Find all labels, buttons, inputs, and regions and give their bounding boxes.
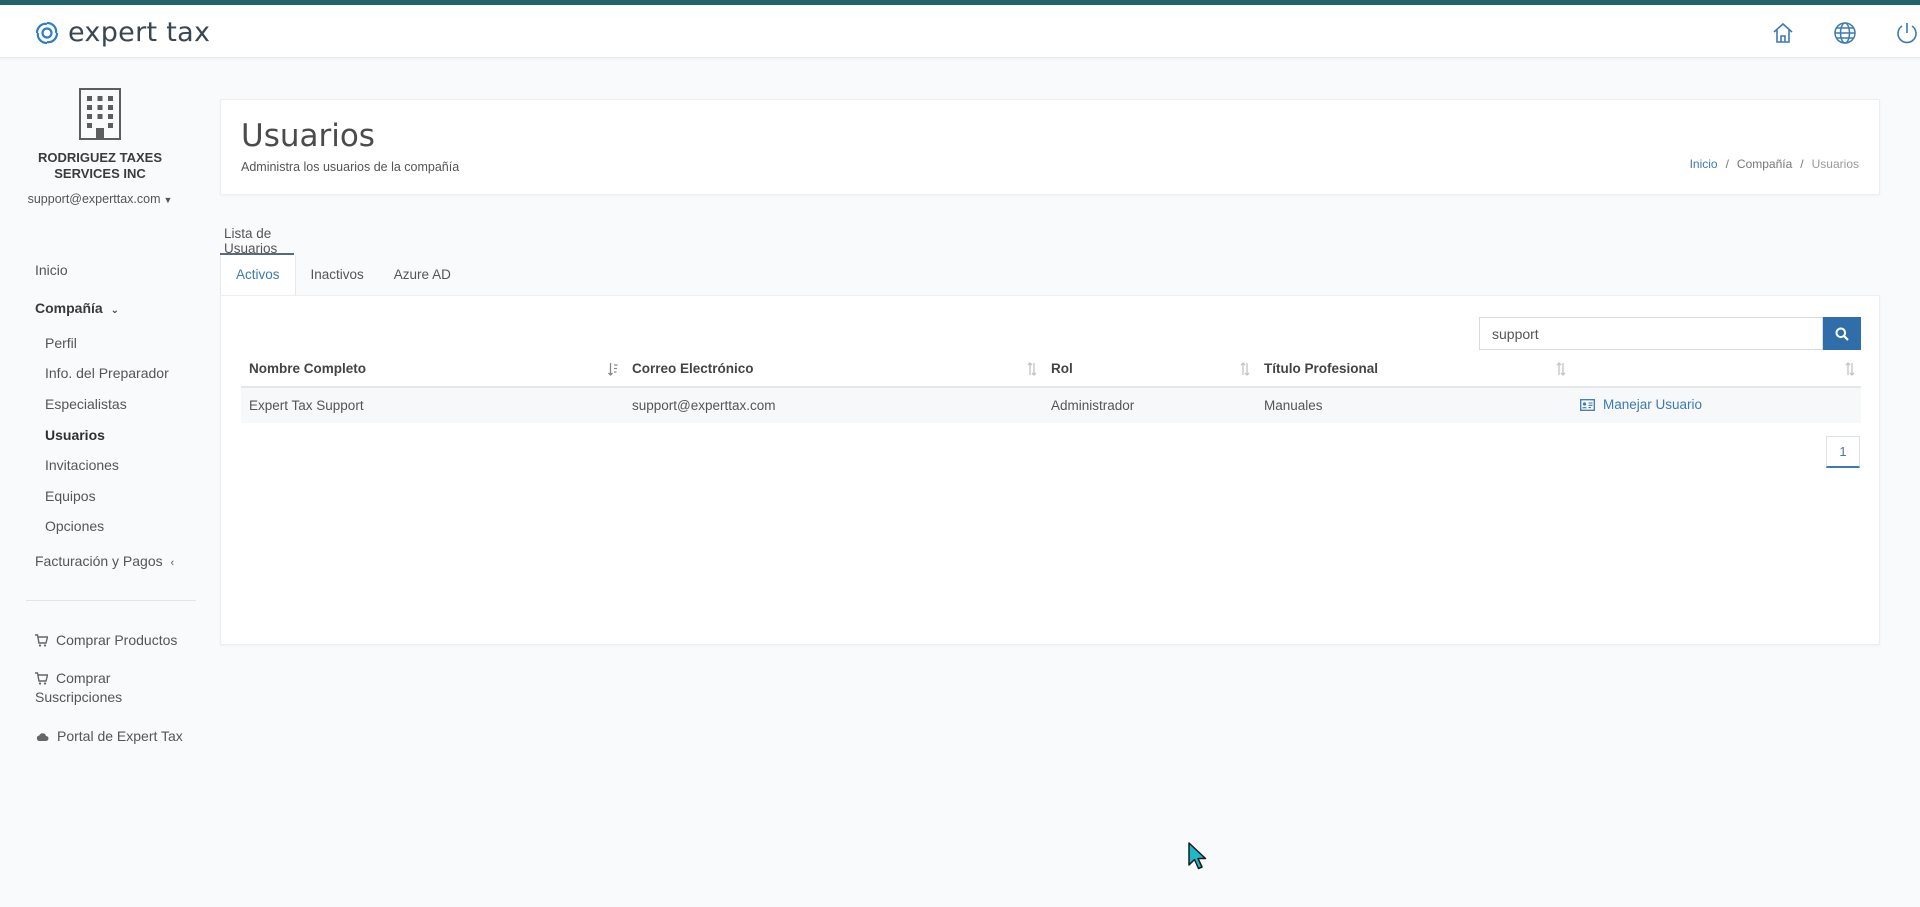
- page-subtitle: Administra los usuarios de la compañía: [241, 160, 460, 174]
- logo-swirl-icon: [35, 21, 59, 44]
- nav-comprar-suscripciones-label-1: Comprar: [56, 670, 111, 686]
- cell-email: support@experttax.com: [624, 387, 1043, 423]
- sidebar: RODRIGUEZ TAXES SERVICES INC support@exp…: [0, 58, 200, 907]
- nav-info-preparador[interactable]: Info. del Preparador: [45, 365, 169, 381]
- tab-azure-ad[interactable]: Azure AD: [379, 255, 466, 295]
- power-icon[interactable]: [1894, 20, 1920, 46]
- nav-especialistas[interactable]: Especialistas: [45, 396, 127, 412]
- cell-action: Manejar Usuario: [1572, 387, 1861, 423]
- nav-compania[interactable]: Compañía ⌄: [35, 300, 119, 316]
- nav-comprar-suscripciones-label-2: Suscripciones: [35, 689, 123, 705]
- nav-equipos[interactable]: Equipos: [45, 488, 96, 504]
- col-nombre-label: Nombre Completo: [249, 361, 367, 376]
- nav-opciones[interactable]: Opciones: [45, 518, 104, 534]
- nav-comprar-productos-label: Comprar Productos: [56, 632, 178, 648]
- top-icons: [1734, 20, 1920, 46]
- col-correo-label: Correo Electrónico: [632, 361, 754, 376]
- cart-icon: [35, 634, 48, 647]
- col-acciones[interactable]: [1572, 351, 1861, 388]
- col-rol-label: Rol: [1051, 361, 1073, 376]
- page-title: Usuarios: [241, 118, 375, 154]
- manage-user-label: Manejar Usuario: [1603, 397, 1703, 413]
- nav-inicio[interactable]: Inicio: [35, 262, 68, 278]
- nav-comprar-suscripciones[interactable]: Comprar: [35, 670, 110, 686]
- nav-facturacion[interactable]: Facturación y Pagos ‹: [35, 553, 174, 569]
- user-email-dropdown[interactable]: support@experttax.com ▼: [0, 192, 200, 206]
- col-nombre-completo[interactable]: Nombre Completo: [241, 351, 624, 388]
- chevron-left-icon: ‹: [170, 557, 175, 569]
- sort-icon: [1240, 362, 1250, 376]
- sort-icon: [1556, 362, 1566, 376]
- logo[interactable]: expert tax: [34, 17, 210, 48]
- page-header: Usuarios Administra los usuarios de la c…: [220, 99, 1880, 195]
- cart-icon: [35, 672, 48, 685]
- list-title: Lista de Usuarios: [224, 226, 278, 256]
- sort-icon: [1845, 362, 1855, 376]
- nav-portal-expert-tax[interactable]: Portal de Expert Tax: [35, 728, 183, 744]
- sidebar-divider: [26, 600, 196, 601]
- search-icon: [1835, 327, 1849, 341]
- col-correo-electronico[interactable]: Correo Electrónico: [624, 351, 1043, 388]
- user-tabs: Activos Inactivos Azure AD: [220, 255, 466, 295]
- globe-icon[interactable]: [1832, 20, 1858, 46]
- users-table: Nombre Completo Correo Electrónico Rol T…: [241, 351, 1861, 423]
- nav-facturacion-label: Facturación y Pagos: [35, 553, 163, 569]
- user-email-text: support@experttax.com: [27, 192, 161, 206]
- nav-portal-label: Portal de Expert Tax: [57, 728, 183, 744]
- cell-role: Administrador: [1043, 387, 1256, 423]
- breadcrumb-separator: /: [1800, 157, 1804, 171]
- breadcrumb-inicio[interactable]: Inicio: [1690, 157, 1718, 171]
- id-card-icon: [1580, 398, 1595, 411]
- breadcrumb-compania[interactable]: Compañía: [1737, 157, 1792, 171]
- home-icon[interactable]: [1770, 20, 1796, 46]
- pagination-page-1[interactable]: 1: [1826, 436, 1860, 468]
- tab-activos[interactable]: Activos: [220, 255, 296, 295]
- nav-usuarios[interactable]: Usuarios: [45, 427, 105, 443]
- manage-user-link[interactable]: Manejar Usuario: [1580, 397, 1702, 412]
- search-input[interactable]: [1479, 317, 1823, 350]
- company-name: RODRIGUEZ TAXES SERVICES INC: [38, 150, 162, 181]
- nav-invitaciones[interactable]: Invitaciones: [45, 457, 119, 473]
- cell-title: Manuales: [1256, 387, 1572, 423]
- top-bar: expert tax: [0, 5, 1920, 58]
- breadcrumb-separator: /: [1725, 157, 1729, 171]
- sort-asc-icon: [608, 363, 618, 376]
- cloud-icon: [36, 733, 49, 741]
- mouse-cursor-icon: [1188, 842, 1207, 870]
- nav-comprar-productos[interactable]: Comprar Productos: [35, 632, 177, 648]
- col-rol[interactable]: Rol: [1043, 351, 1256, 388]
- nav-perfil[interactable]: Perfil: [45, 335, 77, 351]
- breadcrumb-usuarios: Usuarios: [1811, 157, 1859, 171]
- chevron-down-icon: ⌄: [110, 305, 119, 316]
- tab-inactivos[interactable]: Inactivos: [296, 255, 379, 295]
- table-row: Expert Tax Support support@experttax.com…: [241, 387, 1861, 423]
- sort-icon: [1027, 362, 1037, 376]
- building-icon: [79, 88, 121, 140]
- col-titulo-label: Título Profesional: [1264, 361, 1379, 376]
- users-panel: Nombre Completo Correo Electrónico Rol T…: [220, 295, 1880, 645]
- col-titulo-profesional[interactable]: Título Profesional: [1256, 351, 1572, 388]
- table-header-row: Nombre Completo Correo Electrónico Rol T…: [241, 351, 1861, 388]
- caret-down-icon: ▼: [163, 195, 173, 205]
- cell-name: Expert Tax Support: [241, 387, 624, 423]
- breadcrumb: Inicio / Compañía / Usuarios: [1690, 157, 1859, 171]
- logo-text: expert tax: [68, 17, 211, 48]
- search-button[interactable]: [1823, 317, 1861, 350]
- nav-compania-label: Compañía: [35, 300, 103, 316]
